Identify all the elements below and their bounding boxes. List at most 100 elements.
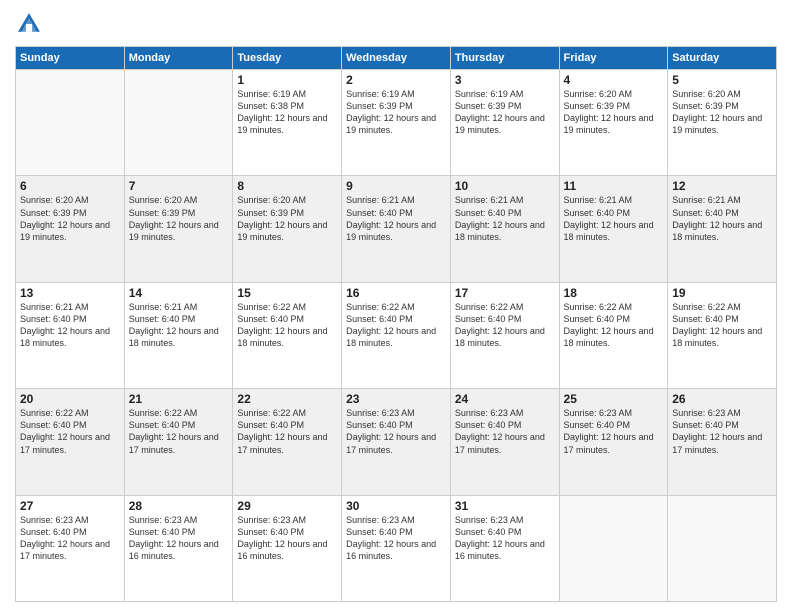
week-row-1: 1Sunrise: 6:19 AM Sunset: 6:38 PM Daylig… — [16, 70, 777, 176]
day-info: Sunrise: 6:23 AM Sunset: 6:40 PM Dayligh… — [129, 514, 229, 563]
day-number: 9 — [346, 179, 446, 193]
day-number: 26 — [672, 392, 772, 406]
weekday-header-friday: Friday — [559, 47, 668, 70]
day-info: Sunrise: 6:22 AM Sunset: 6:40 PM Dayligh… — [346, 301, 446, 350]
day-number: 20 — [20, 392, 120, 406]
day-cell: 25Sunrise: 6:23 AM Sunset: 6:40 PM Dayli… — [559, 389, 668, 495]
day-info: Sunrise: 6:21 AM Sunset: 6:40 PM Dayligh… — [346, 194, 446, 243]
week-row-2: 6Sunrise: 6:20 AM Sunset: 6:39 PM Daylig… — [16, 176, 777, 282]
weekday-header-thursday: Thursday — [450, 47, 559, 70]
day-cell — [124, 70, 233, 176]
day-cell: 5Sunrise: 6:20 AM Sunset: 6:39 PM Daylig… — [668, 70, 777, 176]
weekday-header-monday: Monday — [124, 47, 233, 70]
day-info: Sunrise: 6:20 AM Sunset: 6:39 PM Dayligh… — [20, 194, 120, 243]
day-cell: 3Sunrise: 6:19 AM Sunset: 6:39 PM Daylig… — [450, 70, 559, 176]
day-number: 24 — [455, 392, 555, 406]
day-number: 30 — [346, 499, 446, 513]
day-number: 2 — [346, 73, 446, 87]
day-cell: 11Sunrise: 6:21 AM Sunset: 6:40 PM Dayli… — [559, 176, 668, 282]
day-cell — [668, 495, 777, 601]
day-info: Sunrise: 6:23 AM Sunset: 6:40 PM Dayligh… — [346, 514, 446, 563]
day-cell: 4Sunrise: 6:20 AM Sunset: 6:39 PM Daylig… — [559, 70, 668, 176]
day-number: 21 — [129, 392, 229, 406]
day-cell: 30Sunrise: 6:23 AM Sunset: 6:40 PM Dayli… — [342, 495, 451, 601]
day-number: 10 — [455, 179, 555, 193]
day-cell: 9Sunrise: 6:21 AM Sunset: 6:40 PM Daylig… — [342, 176, 451, 282]
day-number: 13 — [20, 286, 120, 300]
day-cell: 12Sunrise: 6:21 AM Sunset: 6:40 PM Dayli… — [668, 176, 777, 282]
day-number: 27 — [20, 499, 120, 513]
day-info: Sunrise: 6:21 AM Sunset: 6:40 PM Dayligh… — [564, 194, 664, 243]
day-number: 7 — [129, 179, 229, 193]
day-info: Sunrise: 6:19 AM Sunset: 6:38 PM Dayligh… — [237, 88, 337, 137]
day-info: Sunrise: 6:23 AM Sunset: 6:40 PM Dayligh… — [20, 514, 120, 563]
day-number: 23 — [346, 392, 446, 406]
day-info: Sunrise: 6:21 AM Sunset: 6:40 PM Dayligh… — [455, 194, 555, 243]
day-number: 16 — [346, 286, 446, 300]
day-number: 29 — [237, 499, 337, 513]
day-info: Sunrise: 6:20 AM Sunset: 6:39 PM Dayligh… — [564, 88, 664, 137]
day-cell: 8Sunrise: 6:20 AM Sunset: 6:39 PM Daylig… — [233, 176, 342, 282]
day-number: 6 — [20, 179, 120, 193]
day-number: 31 — [455, 499, 555, 513]
weekday-header-tuesday: Tuesday — [233, 47, 342, 70]
weekday-header-saturday: Saturday — [668, 47, 777, 70]
day-info: Sunrise: 6:22 AM Sunset: 6:40 PM Dayligh… — [455, 301, 555, 350]
day-cell: 29Sunrise: 6:23 AM Sunset: 6:40 PM Dayli… — [233, 495, 342, 601]
day-cell: 7Sunrise: 6:20 AM Sunset: 6:39 PM Daylig… — [124, 176, 233, 282]
header — [15, 10, 777, 38]
day-info: Sunrise: 6:22 AM Sunset: 6:40 PM Dayligh… — [237, 301, 337, 350]
day-cell: 6Sunrise: 6:20 AM Sunset: 6:39 PM Daylig… — [16, 176, 125, 282]
logo-icon — [15, 10, 43, 38]
day-cell: 13Sunrise: 6:21 AM Sunset: 6:40 PM Dayli… — [16, 282, 125, 388]
page: SundayMondayTuesdayWednesdayThursdayFrid… — [0, 0, 792, 612]
day-cell: 21Sunrise: 6:22 AM Sunset: 6:40 PM Dayli… — [124, 389, 233, 495]
day-info: Sunrise: 6:22 AM Sunset: 6:40 PM Dayligh… — [20, 407, 120, 456]
day-cell: 18Sunrise: 6:22 AM Sunset: 6:40 PM Dayli… — [559, 282, 668, 388]
day-info: Sunrise: 6:21 AM Sunset: 6:40 PM Dayligh… — [20, 301, 120, 350]
day-info: Sunrise: 6:20 AM Sunset: 6:39 PM Dayligh… — [672, 88, 772, 137]
day-info: Sunrise: 6:20 AM Sunset: 6:39 PM Dayligh… — [237, 194, 337, 243]
day-cell: 19Sunrise: 6:22 AM Sunset: 6:40 PM Dayli… — [668, 282, 777, 388]
day-cell: 14Sunrise: 6:21 AM Sunset: 6:40 PM Dayli… — [124, 282, 233, 388]
day-cell — [559, 495, 668, 601]
logo — [15, 10, 47, 38]
day-info: Sunrise: 6:22 AM Sunset: 6:40 PM Dayligh… — [564, 301, 664, 350]
day-info: Sunrise: 6:23 AM Sunset: 6:40 PM Dayligh… — [237, 514, 337, 563]
weekday-header-wednesday: Wednesday — [342, 47, 451, 70]
day-number: 25 — [564, 392, 664, 406]
weekday-header-sunday: Sunday — [16, 47, 125, 70]
day-cell: 15Sunrise: 6:22 AM Sunset: 6:40 PM Dayli… — [233, 282, 342, 388]
day-cell: 24Sunrise: 6:23 AM Sunset: 6:40 PM Dayli… — [450, 389, 559, 495]
day-cell: 27Sunrise: 6:23 AM Sunset: 6:40 PM Dayli… — [16, 495, 125, 601]
day-cell: 16Sunrise: 6:22 AM Sunset: 6:40 PM Dayli… — [342, 282, 451, 388]
day-info: Sunrise: 6:20 AM Sunset: 6:39 PM Dayligh… — [129, 194, 229, 243]
day-info: Sunrise: 6:23 AM Sunset: 6:40 PM Dayligh… — [455, 407, 555, 456]
day-number: 17 — [455, 286, 555, 300]
day-info: Sunrise: 6:23 AM Sunset: 6:40 PM Dayligh… — [346, 407, 446, 456]
day-cell: 22Sunrise: 6:22 AM Sunset: 6:40 PM Dayli… — [233, 389, 342, 495]
day-cell: 20Sunrise: 6:22 AM Sunset: 6:40 PM Dayli… — [16, 389, 125, 495]
day-info: Sunrise: 6:23 AM Sunset: 6:40 PM Dayligh… — [672, 407, 772, 456]
day-number: 15 — [237, 286, 337, 300]
weekday-header-row: SundayMondayTuesdayWednesdayThursdayFrid… — [16, 47, 777, 70]
day-info: Sunrise: 6:23 AM Sunset: 6:40 PM Dayligh… — [455, 514, 555, 563]
day-info: Sunrise: 6:22 AM Sunset: 6:40 PM Dayligh… — [129, 407, 229, 456]
day-cell: 31Sunrise: 6:23 AM Sunset: 6:40 PM Dayli… — [450, 495, 559, 601]
day-cell: 26Sunrise: 6:23 AM Sunset: 6:40 PM Dayli… — [668, 389, 777, 495]
day-number: 8 — [237, 179, 337, 193]
day-cell: 10Sunrise: 6:21 AM Sunset: 6:40 PM Dayli… — [450, 176, 559, 282]
day-info: Sunrise: 6:21 AM Sunset: 6:40 PM Dayligh… — [672, 194, 772, 243]
day-number: 28 — [129, 499, 229, 513]
day-cell: 17Sunrise: 6:22 AM Sunset: 6:40 PM Dayli… — [450, 282, 559, 388]
week-row-4: 20Sunrise: 6:22 AM Sunset: 6:40 PM Dayli… — [16, 389, 777, 495]
day-cell — [16, 70, 125, 176]
day-cell: 1Sunrise: 6:19 AM Sunset: 6:38 PM Daylig… — [233, 70, 342, 176]
week-row-5: 27Sunrise: 6:23 AM Sunset: 6:40 PM Dayli… — [16, 495, 777, 601]
day-number: 11 — [564, 179, 664, 193]
day-number: 18 — [564, 286, 664, 300]
day-cell: 28Sunrise: 6:23 AM Sunset: 6:40 PM Dayli… — [124, 495, 233, 601]
day-number: 5 — [672, 73, 772, 87]
day-number: 22 — [237, 392, 337, 406]
day-info: Sunrise: 6:23 AM Sunset: 6:40 PM Dayligh… — [564, 407, 664, 456]
